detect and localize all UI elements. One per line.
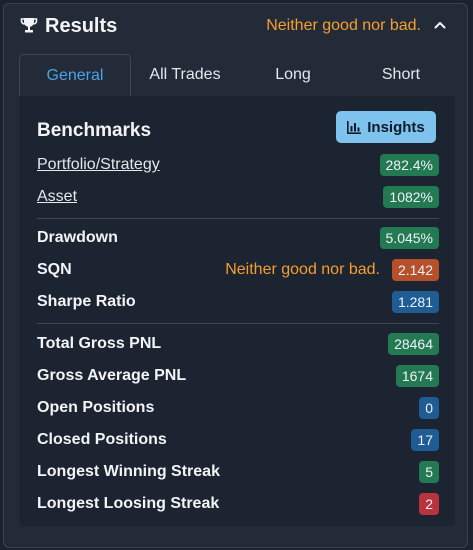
gross-avg-pnl-label: Gross Average PNL xyxy=(37,367,187,384)
portfolio-row: Portfolio/Strategy 282.4% xyxy=(37,154,439,178)
gross-avg-pnl-row: Gross Average PNL 1674 xyxy=(37,365,439,389)
total-gross-pnl-label: Total Gross PNL xyxy=(37,335,162,352)
sqn-label: SQN xyxy=(37,261,72,278)
sharpe-badge: 1.281 xyxy=(391,291,439,313)
closed-positions-row: Closed Positions 17 xyxy=(37,429,439,453)
open-positions-row: Open Positions 0 xyxy=(37,397,439,421)
asset-link[interactable]: Asset xyxy=(37,188,77,206)
tab-bar: General All Trades Long Short xyxy=(19,54,455,97)
sqn-row: SQN Neither good nor bad. 2.142 xyxy=(37,259,439,283)
gross-avg-pnl-badge: 1674 xyxy=(395,365,439,387)
bar-chart-icon xyxy=(347,120,362,134)
tab-all-trades[interactable]: All Trades xyxy=(131,54,239,96)
loss-streak-row: Longest Loosing Streak 2 xyxy=(37,493,439,517)
chevron-up-icon[interactable] xyxy=(433,18,447,32)
sqn-note: Neither good nor bad. xyxy=(225,261,380,278)
total-gross-pnl-row: Total Gross PNL 28464 xyxy=(37,333,439,357)
tab-long[interactable]: Long xyxy=(239,54,347,96)
win-streak-badge: 5 xyxy=(419,461,439,483)
loss-streak-badge: 2 xyxy=(419,493,439,515)
results-header[interactable]: Results Neither good nor bad. xyxy=(4,4,467,48)
divider xyxy=(37,323,439,324)
closed-positions-badge: 17 xyxy=(411,429,439,451)
general-tab-content: Benchmarks Insights Portfolio/Strategy 2… xyxy=(19,96,455,526)
tab-short[interactable]: Short xyxy=(347,54,455,96)
sharpe-row: Sharpe Ratio 1.281 xyxy=(37,291,439,315)
drawdown-badge: 5.045% xyxy=(379,227,439,249)
total-gross-pnl-badge: 28464 xyxy=(388,333,439,355)
loss-streak-label: Longest Loosing Streak xyxy=(37,495,220,512)
trophy-icon xyxy=(20,18,38,33)
open-positions-badge: 0 xyxy=(419,397,439,419)
benchmarks-heading: Benchmarks xyxy=(37,120,152,141)
win-streak-label: Longest Winning Streak xyxy=(37,463,220,480)
divider xyxy=(37,218,439,219)
drawdown-label: Drawdown xyxy=(37,229,118,246)
results-panel: Results Neither good nor bad. General Al… xyxy=(3,3,468,548)
asset-row: Asset 1082% xyxy=(37,186,439,210)
win-streak-row: Longest Winning Streak 5 xyxy=(37,461,439,485)
portfolio-link[interactable]: Portfolio/Strategy xyxy=(37,156,160,174)
header-status-text: Neither good nor bad. xyxy=(266,17,421,34)
open-positions-label: Open Positions xyxy=(37,399,155,416)
sqn-badge: 2.142 xyxy=(391,259,439,281)
panel-title: Results xyxy=(45,15,118,37)
insights-button-label: Insights xyxy=(367,118,425,136)
asset-badge: 1082% xyxy=(383,186,439,208)
tab-general[interactable]: General xyxy=(19,54,131,97)
closed-positions-label: Closed Positions xyxy=(37,431,167,448)
drawdown-row: Drawdown 5.045% xyxy=(37,227,439,251)
portfolio-badge: 282.4% xyxy=(379,154,439,176)
insights-button[interactable]: Insights xyxy=(336,111,436,143)
sharpe-label: Sharpe Ratio xyxy=(37,293,136,310)
